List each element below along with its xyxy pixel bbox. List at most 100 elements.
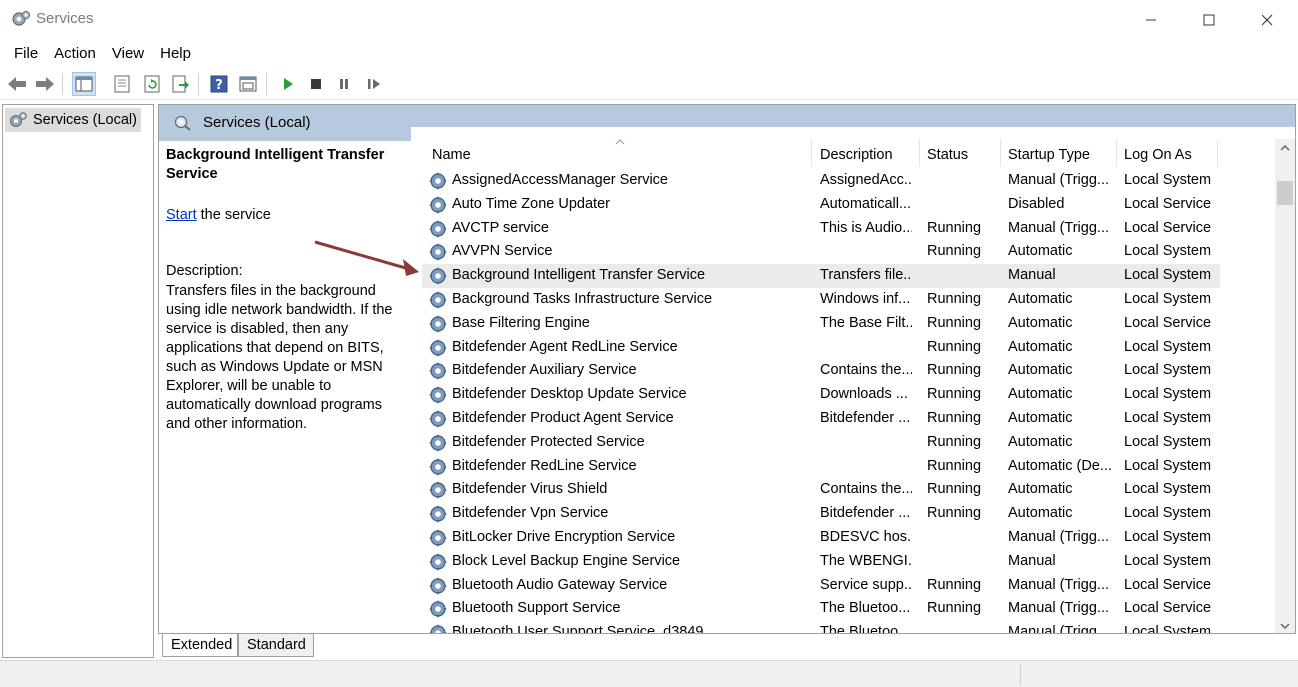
services-panel: Services (Local) Background Intelligent … xyxy=(158,104,1296,634)
service-log-on-as: Local System xyxy=(1124,172,1212,188)
start-service-link[interactable]: Start xyxy=(166,207,197,223)
maximize-button[interactable] xyxy=(1180,0,1238,40)
console-view-button[interactable] xyxy=(236,72,260,96)
table-row[interactable]: Bitdefender Agent RedLine Service Running… xyxy=(422,336,1220,360)
menu-file[interactable]: File xyxy=(6,40,46,68)
show-hide-tree-button[interactable] xyxy=(72,72,96,96)
table-row[interactable]: Block Level Backup Engine Service The WBE… xyxy=(422,550,1220,574)
service-gear-icon xyxy=(429,505,447,524)
table-row[interactable]: Bitdefender Virus Shield Contains the... R… xyxy=(422,478,1220,502)
table-row[interactable]: Bitdefender Protected Service Running Auto… xyxy=(422,431,1220,455)
minimize-button[interactable] xyxy=(1122,0,1180,40)
column-divider[interactable] xyxy=(811,139,812,167)
panel-title: Services (Local) xyxy=(203,114,311,131)
table-row[interactable]: Bluetooth Audio Gateway Service Service s… xyxy=(422,574,1220,598)
service-startup-type: Automatic xyxy=(1008,362,1073,379)
back-button[interactable] xyxy=(5,72,29,96)
table-row[interactable]: Bluetooth User Support Service_d3849 The … xyxy=(422,621,1220,634)
export-list-button[interactable] xyxy=(168,72,192,96)
service-description-cell: Bitdefender ... xyxy=(820,409,911,426)
tab-standard[interactable]: Standard xyxy=(238,634,314,657)
service-log-on-as: Local Service xyxy=(1124,576,1212,593)
table-row[interactable]: Auto Time Zone Updater Automaticall... Dis… xyxy=(422,193,1220,217)
column-header-startup-type[interactable]: Startup Type xyxy=(1008,141,1090,169)
service-log-on-as: Local System xyxy=(1124,552,1212,569)
service-log-on-as: Local Service xyxy=(1124,219,1212,236)
table-row[interactable]: BitLocker Drive Encryption Service BDESVC… xyxy=(422,526,1220,550)
service-name: Bitdefender RedLine Service xyxy=(452,457,637,474)
column-divider[interactable] xyxy=(1217,139,1218,167)
service-description-cell: Downloads ... xyxy=(820,386,908,403)
tab-extended[interactable]: Extended xyxy=(162,634,238,657)
table-row[interactable]: Base Filtering Engine The Base Filt... Run… xyxy=(422,312,1220,336)
table-row[interactable]: AVVPN Service Running Automatic Local Syste… xyxy=(422,240,1220,264)
maximize-icon xyxy=(1203,14,1215,26)
service-status: Running xyxy=(927,576,982,593)
service-log-on-as: Local System xyxy=(1124,409,1212,426)
service-gear-icon xyxy=(429,314,447,333)
svg-text:?: ? xyxy=(215,78,223,93)
menu-help[interactable]: Help xyxy=(152,40,199,68)
pause-service-button[interactable] xyxy=(332,72,356,96)
help-button[interactable]: ? xyxy=(207,72,231,96)
menu-action[interactable]: Action xyxy=(46,40,104,68)
service-name: Bitdefender Desktop Update Service xyxy=(452,386,687,403)
column-header-description[interactable]: Description xyxy=(820,141,893,169)
column-divider[interactable] xyxy=(1000,139,1001,167)
start-service-button[interactable] xyxy=(276,72,300,96)
stop-service-button[interactable] xyxy=(304,72,328,96)
service-description-cell: The Bluetoo... xyxy=(820,624,911,634)
table-row[interactable]: Bitdefender Desktop Update Service Downlo… xyxy=(422,383,1220,407)
table-row[interactable]: AssignedAccessManager Service AssignedAcc… xyxy=(422,169,1220,193)
scroll-up-button[interactable] xyxy=(1275,139,1295,157)
service-startup-type: Automatic xyxy=(1008,386,1073,403)
column-header-name[interactable]: Name xyxy=(432,141,471,169)
vertical-scrollbar[interactable] xyxy=(1275,139,1295,633)
resume-service-button[interactable] xyxy=(362,72,386,96)
table-row[interactable]: AVCTP service This is Audio... Running Manu… xyxy=(422,217,1220,241)
table-row[interactable]: Bitdefender Product Agent Service Bitdefe… xyxy=(422,407,1220,431)
service-name: Bitdefender Auxiliary Service xyxy=(452,362,637,379)
service-startup-type: Automatic xyxy=(1008,481,1073,498)
tree-item-services-local[interactable]: Services (Local) xyxy=(5,108,141,132)
service-name: AVCTP service xyxy=(452,219,549,236)
service-description-cell: This is Audio... xyxy=(820,219,912,236)
column-divider[interactable] xyxy=(919,139,920,167)
service-gear-icon xyxy=(429,338,447,357)
menu-view[interactable]: View xyxy=(104,40,152,68)
table-row[interactable]: Background Intelligent Transfer Service T… xyxy=(422,264,1220,288)
scroll-down-button[interactable] xyxy=(1275,617,1295,633)
service-description-cell: Contains the... xyxy=(820,481,912,498)
service-name: Bluetooth User Support Service_d3849 xyxy=(452,624,704,634)
column-divider[interactable] xyxy=(1116,139,1117,167)
table-row[interactable]: Bluetooth Support Service The Bluetoo... R… xyxy=(422,597,1220,621)
service-log-on-as: Local System xyxy=(1124,243,1212,260)
table-row[interactable]: Bitdefender Auxiliary Service Contains th… xyxy=(422,359,1220,383)
service-log-on-as: Local System xyxy=(1124,290,1212,307)
forward-button[interactable] xyxy=(33,72,57,96)
table-row[interactable]: Bitdefender Vpn Service Bitdefender ... Ru… xyxy=(422,502,1220,526)
service-description-cell: The Base Filt... xyxy=(820,314,912,331)
service-status: Running xyxy=(927,481,982,498)
refresh-button[interactable] xyxy=(140,72,164,96)
service-gear-icon xyxy=(429,290,447,309)
service-status: Running xyxy=(927,386,982,403)
close-button[interactable] xyxy=(1238,0,1296,40)
column-header-log-on-as[interactable]: Log On As xyxy=(1124,141,1192,169)
service-log-on-as: Local System xyxy=(1124,267,1212,284)
service-status: Running xyxy=(927,314,982,331)
service-log-on-as: Local System xyxy=(1124,433,1212,450)
service-gear-icon xyxy=(429,528,447,547)
scroll-thumb[interactable] xyxy=(1277,181,1293,205)
table-row[interactable]: Bitdefender RedLine Service Running Automa… xyxy=(422,455,1220,479)
column-header-status[interactable]: Status xyxy=(927,141,968,169)
service-startup-type: Automatic xyxy=(1008,243,1073,260)
service-gear-icon xyxy=(429,624,447,633)
toolbar-separator xyxy=(266,73,267,95)
selected-service-title: Background Intelligent Transfer Service xyxy=(166,147,385,182)
minimize-icon xyxy=(1146,19,1156,21)
table-row[interactable]: Background Tasks Infrastructure Service W… xyxy=(422,288,1220,312)
service-name: AssignedAccessManager Service xyxy=(452,172,668,188)
service-startup-type: Automatic xyxy=(1008,433,1073,450)
properties-button[interactable] xyxy=(110,72,134,96)
